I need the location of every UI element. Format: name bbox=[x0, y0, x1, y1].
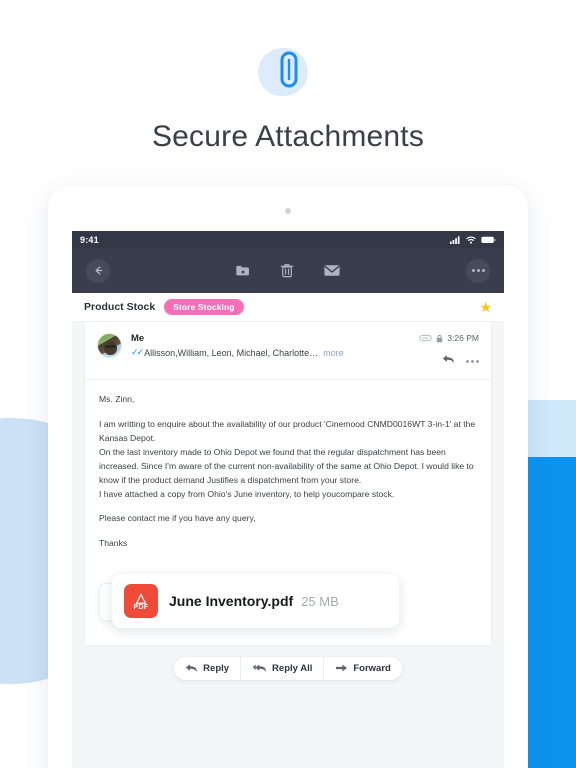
reply-button[interactable]: Reply bbox=[174, 657, 240, 680]
body-greeting: Ms. Zinn, bbox=[99, 394, 135, 404]
device-screen: 9:41 Product Stock Store Stocking ★ Me ✓… bbox=[72, 231, 504, 768]
folder-move-icon bbox=[236, 265, 249, 276]
reply-all-arrow-icon bbox=[252, 664, 267, 673]
avatar bbox=[97, 333, 122, 358]
forward-label: Forward bbox=[353, 663, 391, 674]
star-toggle[interactable]: ★ bbox=[479, 300, 492, 314]
cellular-signal-icon bbox=[450, 235, 460, 244]
attachments-area: 📄 △ PDF June Inventory.pdf 25 MB bbox=[99, 574, 491, 629]
message-more-button[interactable] bbox=[466, 359, 479, 363]
status-bar: 9:41 bbox=[72, 231, 504, 248]
camera-dot bbox=[285, 208, 291, 214]
pdf-file-icon: △ PDF bbox=[124, 584, 158, 619]
mark-unread-icon bbox=[324, 265, 340, 276]
subject-header: Product Stock Store Stocking ★ bbox=[72, 293, 504, 321]
reply-label: Reply bbox=[203, 663, 230, 674]
status-indicators bbox=[450, 235, 496, 244]
message-reply-button[interactable] bbox=[442, 352, 455, 370]
forward-button[interactable]: Forward bbox=[323, 657, 401, 680]
attachment-filename: June Inventory.pdf bbox=[169, 593, 294, 610]
message-meta-actions bbox=[419, 352, 479, 370]
subject-title: Product Stock bbox=[84, 301, 156, 313]
double-check-icon: ✓✓ bbox=[131, 347, 144, 357]
paperclip-icon bbox=[280, 51, 298, 88]
body-closing: Please contact me if you have any query, bbox=[99, 513, 256, 524]
pdf-type-label: PDF bbox=[133, 603, 149, 611]
hero-section: Secure Attachments bbox=[0, 0, 576, 154]
sender-meta: Me ✓✓ Allisson,William, Leon, Michael, C… bbox=[131, 333, 419, 358]
screenshot-canvas: Secure Attachments 9:41 Product Stock St… bbox=[0, 0, 576, 768]
reply-arrow-icon bbox=[186, 664, 198, 673]
delete-button[interactable] bbox=[280, 263, 294, 278]
reply-all-label: Reply All bbox=[272, 663, 313, 674]
attachment-card[interactable]: △ PDF June Inventory.pdf 25 MB bbox=[112, 574, 399, 629]
reply-button-group: Reply Reply All Forward bbox=[174, 657, 402, 680]
back-arrow-icon bbox=[95, 266, 102, 275]
label-badge[interactable]: Store Stocking bbox=[164, 298, 244, 316]
wifi-icon bbox=[466, 236, 476, 244]
attachment-icon bbox=[419, 334, 433, 342]
reply-arrow-icon bbox=[442, 355, 454, 364]
toolbar-actions bbox=[236, 263, 341, 278]
mail-toolbar bbox=[72, 248, 504, 293]
page-title: Secure Attachments bbox=[151, 120, 425, 153]
body-paragraph-main: I am writting to enquire about the avail… bbox=[99, 418, 476, 499]
body-signoff: Thanks bbox=[99, 538, 128, 549]
lock-icon bbox=[437, 334, 443, 342]
more-options-icon bbox=[471, 269, 485, 272]
message-time: 3:26 PM bbox=[447, 333, 479, 343]
message-card: Me ✓✓ Allisson,William, Leon, Michael, C… bbox=[84, 321, 492, 646]
message-body: Ms. Zinn, I am writting to enquire about… bbox=[85, 380, 491, 551]
reply-action-bar: Reply Reply All Forward bbox=[72, 657, 504, 680]
mark-unread-button[interactable] bbox=[324, 264, 341, 277]
message-meta: 3:26 PM bbox=[419, 333, 479, 370]
message-meta-top: 3:26 PM bbox=[419, 333, 479, 343]
status-time: 9:41 bbox=[80, 234, 99, 245]
recipients-list: Allisson,William, Leon, Michael, Charlot… bbox=[144, 347, 319, 358]
tablet-device-frame: 9:41 Product Stock Store Stocking ★ Me ✓… bbox=[48, 186, 528, 768]
attachment-filesize: 25 MB bbox=[301, 593, 339, 609]
back-button[interactable] bbox=[86, 258, 110, 283]
recipients-row: ✓✓ Allisson,William, Leon, Michael, Char… bbox=[131, 347, 419, 358]
sender-name: Me bbox=[131, 333, 145, 344]
hero-icon-wrap bbox=[252, 43, 324, 104]
toolbar-more-button[interactable] bbox=[466, 258, 490, 283]
trash-icon bbox=[280, 264, 294, 278]
recipients-more-link[interactable]: more bbox=[323, 348, 344, 358]
message-header: Me ✓✓ Allisson,William, Leon, Michael, C… bbox=[85, 322, 491, 380]
pdf-glyph: △ bbox=[136, 589, 146, 605]
battery-icon bbox=[481, 236, 496, 243]
reply-all-button[interactable]: Reply All bbox=[240, 657, 323, 680]
move-to-folder-button[interactable] bbox=[236, 264, 251, 277]
forward-arrow-icon bbox=[336, 664, 348, 672]
